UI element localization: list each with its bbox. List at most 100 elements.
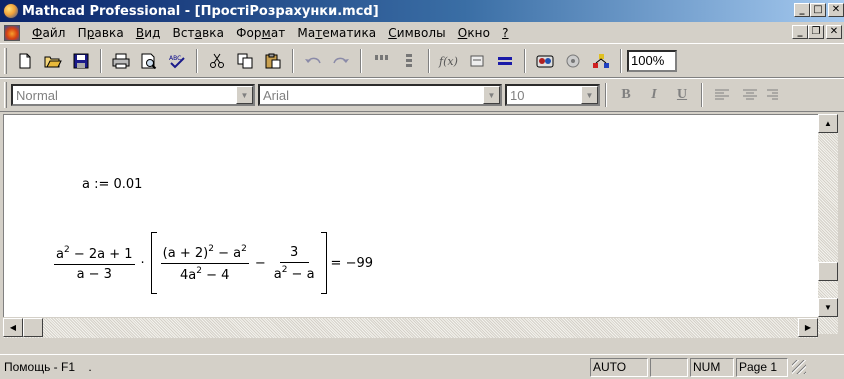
style-select-value: Normal <box>16 87 58 103</box>
print-icon[interactable] <box>109 49 133 73</box>
menu-window[interactable]: Окно <box>452 26 496 40</box>
status-mode: AUTO <box>590 357 648 377</box>
window-title: Mathcad Professional - [ПростіРозрахунки… <box>22 3 379 19</box>
fraction-right: 3 a2 − a <box>272 245 317 282</box>
formatting-toolbar: Normal ▼ Arial ▼ 10 ▼ B I U <box>0 78 844 112</box>
toolbar-separator <box>292 48 294 73</box>
minimize-button[interactable]: _ <box>794 3 810 17</box>
scroll-left-icon[interactable]: ◀ <box>3 318 23 337</box>
preview-icon[interactable] <box>137 49 161 73</box>
restore-button[interactable]: □ <box>810 3 826 17</box>
fraction-left-denominator: a − 3 <box>76 266 112 282</box>
worksheet[interactable]: a := 0.01 a2 − 2a + 1 a − 3 · (a + 2)2 −… <box>3 114 818 317</box>
resource-icon[interactable] <box>533 49 557 73</box>
bold-button[interactable]: B <box>614 83 638 107</box>
fraction-right-denominator: a2 − a <box>273 264 315 282</box>
copy-icon[interactable] <box>233 49 257 73</box>
toolbar-separator <box>196 48 198 73</box>
redo-icon[interactable] <box>329 49 353 73</box>
toolbar-separator <box>360 48 362 73</box>
resize-grip[interactable] <box>792 360 806 374</box>
menu-format[interactable]: Формат <box>230 26 291 40</box>
component-icon[interactable] <box>561 49 585 73</box>
mathcad-app-icon[interactable] <box>3 3 19 19</box>
scroll-thumb[interactable] <box>818 262 838 281</box>
save-icon[interactable] <box>69 49 93 73</box>
menu-help[interactable]: ? <box>496 26 514 40</box>
toolbar-separator <box>701 83 703 107</box>
wizard-icon[interactable] <box>589 49 613 73</box>
fraction-middle: (a + 2)2 − a2 4a2 − 4 <box>160 244 249 283</box>
standard-toolbar: ABC f(x) 100% <box>0 43 844 78</box>
italic-button[interactable]: I <box>642 83 666 107</box>
doc-restore-button[interactable]: ❐ <box>808 25 824 39</box>
toolbar-separator <box>100 48 102 73</box>
document-controls: _ ❐ ✕ <box>792 25 842 39</box>
minus-operator: − <box>254 255 266 271</box>
document-icon[interactable] <box>4 24 20 41</box>
svg-text:f(x): f(x) <box>438 55 458 68</box>
status-help: Помощь - F1 . <box>4 360 92 374</box>
scroll-up-icon[interactable]: ▲ <box>818 114 838 133</box>
toolbar-grip[interactable] <box>4 47 7 74</box>
menu-bar: Файл Правка Вид Вставка Формат Математик… <box>0 22 844 43</box>
doc-close-button[interactable]: ✕ <box>826 25 842 39</box>
underline-button[interactable]: U <box>670 83 694 107</box>
align-center-icon[interactable] <box>738 83 762 107</box>
status-num: NUM <box>690 357 734 377</box>
status-page: Page 1 <box>736 357 788 377</box>
assignment-region[interactable]: a := 0.01 <box>82 177 142 192</box>
font-size-value: 10 <box>510 87 525 103</box>
new-icon[interactable] <box>13 49 37 73</box>
svg-text:ABC: ABC <box>169 55 181 62</box>
font-select[interactable]: Arial ▼ <box>258 84 502 106</box>
right-bracket <box>320 232 327 294</box>
chevron-down-icon[interactable]: ▼ <box>581 86 598 104</box>
status-blank <box>650 357 688 377</box>
align-v-icon[interactable] <box>397 49 421 73</box>
status-bar: Помощь - F1 . AUTO NUM Page 1 <box>0 354 844 379</box>
toolbar-separator <box>524 48 526 73</box>
menu-insert[interactable]: Вставка <box>166 26 230 40</box>
open-icon[interactable] <box>41 49 65 73</box>
font-size-select[interactable]: 10 ▼ <box>505 84 600 106</box>
left-bracket <box>150 232 157 294</box>
zoom-input[interactable]: 100% <box>627 49 677 72</box>
align-h-icon[interactable] <box>369 49 393 73</box>
toolbar-separator <box>605 83 607 107</box>
doc-minimize-button[interactable]: _ <box>792 25 808 39</box>
calculate-icon[interactable] <box>493 49 517 73</box>
fraction-middle-numerator: (a + 2)2 − a2 <box>160 244 249 264</box>
cut-icon[interactable] <box>205 49 229 73</box>
menu-edit[interactable]: Правка <box>72 26 130 40</box>
title-bar: Mathcad Professional - [ПростіРозрахунки… <box>0 0 844 22</box>
scroll-right-icon[interactable]: ▶ <box>798 318 818 337</box>
window-controls: _ □ ✕ <box>794 3 844 17</box>
align-right-icon[interactable] <box>766 83 778 107</box>
close-button[interactable]: ✕ <box>828 3 844 17</box>
menu-symbols[interactable]: Символы <box>382 26 452 40</box>
toolbar-grip[interactable] <box>4 82 7 108</box>
menu-view[interactable]: Вид <box>130 26 167 40</box>
menu-file[interactable]: Файл <box>26 26 72 40</box>
horizontal-scrollbar[interactable]: ◀ ▶ <box>3 318 818 338</box>
chevron-down-icon[interactable]: ▼ <box>483 86 500 104</box>
chevron-down-icon[interactable]: ▼ <box>236 86 253 104</box>
units-icon[interactable] <box>465 49 489 73</box>
align-left-icon[interactable] <box>710 83 734 107</box>
expression-region[interactable]: a2 − 2a + 1 a − 3 · (a + 2)2 − a2 4a2 − … <box>54 232 373 294</box>
spellcheck-icon[interactable]: ABC <box>165 49 189 73</box>
undo-icon[interactable] <box>301 49 325 73</box>
vertical-scrollbar[interactable]: ▲ ▼ <box>818 114 838 334</box>
function-icon[interactable]: f(x) <box>437 49 461 73</box>
fraction-right-numerator: 3 <box>279 245 309 263</box>
scroll-down-icon[interactable]: ▼ <box>818 298 838 317</box>
menu-math[interactable]: Математика <box>291 26 382 40</box>
toolbar-separator <box>428 48 430 73</box>
toolbar-separator <box>620 48 622 73</box>
font-select-value: Arial <box>263 87 290 103</box>
style-select[interactable]: Normal ▼ <box>11 84 255 106</box>
paste-icon[interactable] <box>261 49 285 73</box>
document-area: a := 0.01 a2 − 2a + 1 a − 3 · (a + 2)2 −… <box>0 112 844 341</box>
horizontal-scroll-thumb[interactable] <box>23 318 43 337</box>
